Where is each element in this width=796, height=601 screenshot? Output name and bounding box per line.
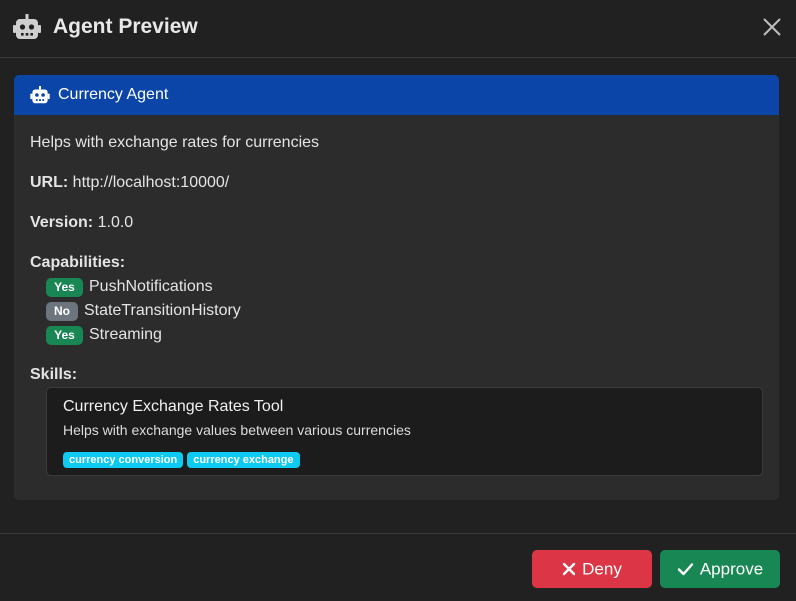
close-icon[interactable] xyxy=(760,15,784,39)
x-icon xyxy=(562,562,576,575)
skill-card: Currency Exchange Rates Tool Helps with … xyxy=(46,387,763,476)
approve-button[interactable]: Approve xyxy=(660,550,780,588)
capability-name: StateTransitionHistory xyxy=(84,302,241,319)
agent-description: Helps with exchange rates for currencies xyxy=(30,134,320,151)
capability-item: No StateTransitionHistory xyxy=(46,301,241,321)
close-button[interactable] xyxy=(760,15,784,39)
agent-version: 1.0.0 xyxy=(97,214,134,231)
dialog-header: Agent Preview xyxy=(0,0,796,58)
skill-name: Currency Exchange Rates Tool xyxy=(63,398,284,415)
version-label: Version: xyxy=(30,214,94,231)
skills-label: Skills: xyxy=(30,366,78,383)
approve-label: Approve xyxy=(699,559,764,579)
skill-tag: currency exchange xyxy=(187,452,300,468)
skill-tags: currency conversion currency exchange xyxy=(63,450,304,468)
status-badge: Yes xyxy=(46,277,83,297)
agent-preview-dialog: Agent Preview Currency Agent Helps with … xyxy=(0,0,796,601)
agent-card-header: Currency Agent xyxy=(14,75,779,115)
dialog-footer: Deny Approve xyxy=(0,533,796,601)
url-label: URL: xyxy=(30,174,69,191)
capability-item: Yes Streaming xyxy=(46,325,162,345)
deny-button[interactable]: Deny xyxy=(532,550,652,588)
status-badge: No xyxy=(46,301,78,321)
capability-item: Yes PushNotifications xyxy=(46,277,213,297)
agent-card: Currency Agent Helps with exchange rates… xyxy=(14,75,779,500)
skill-tag: currency conversion xyxy=(63,452,184,468)
checkmark-icon xyxy=(677,562,694,575)
agent-name: Currency Agent xyxy=(58,86,169,103)
capability-name: PushNotifications xyxy=(89,278,213,295)
skill-description: Helps with exchange values between vario… xyxy=(63,422,411,438)
dialog-title: Agent Preview xyxy=(53,15,198,38)
robot-icon xyxy=(30,86,50,104)
capability-name: Streaming xyxy=(89,326,162,343)
agent-url-row: URL: http://localhost:10000/ xyxy=(30,173,229,193)
capabilities-label: Capabilities: xyxy=(30,254,126,271)
status-badge: Yes xyxy=(46,325,83,345)
robot-icon xyxy=(13,14,41,40)
agent-url: http://localhost:10000/ xyxy=(72,174,230,191)
agent-version-row: Version: 1.0.0 xyxy=(30,213,133,233)
deny-label: Deny xyxy=(582,559,622,579)
